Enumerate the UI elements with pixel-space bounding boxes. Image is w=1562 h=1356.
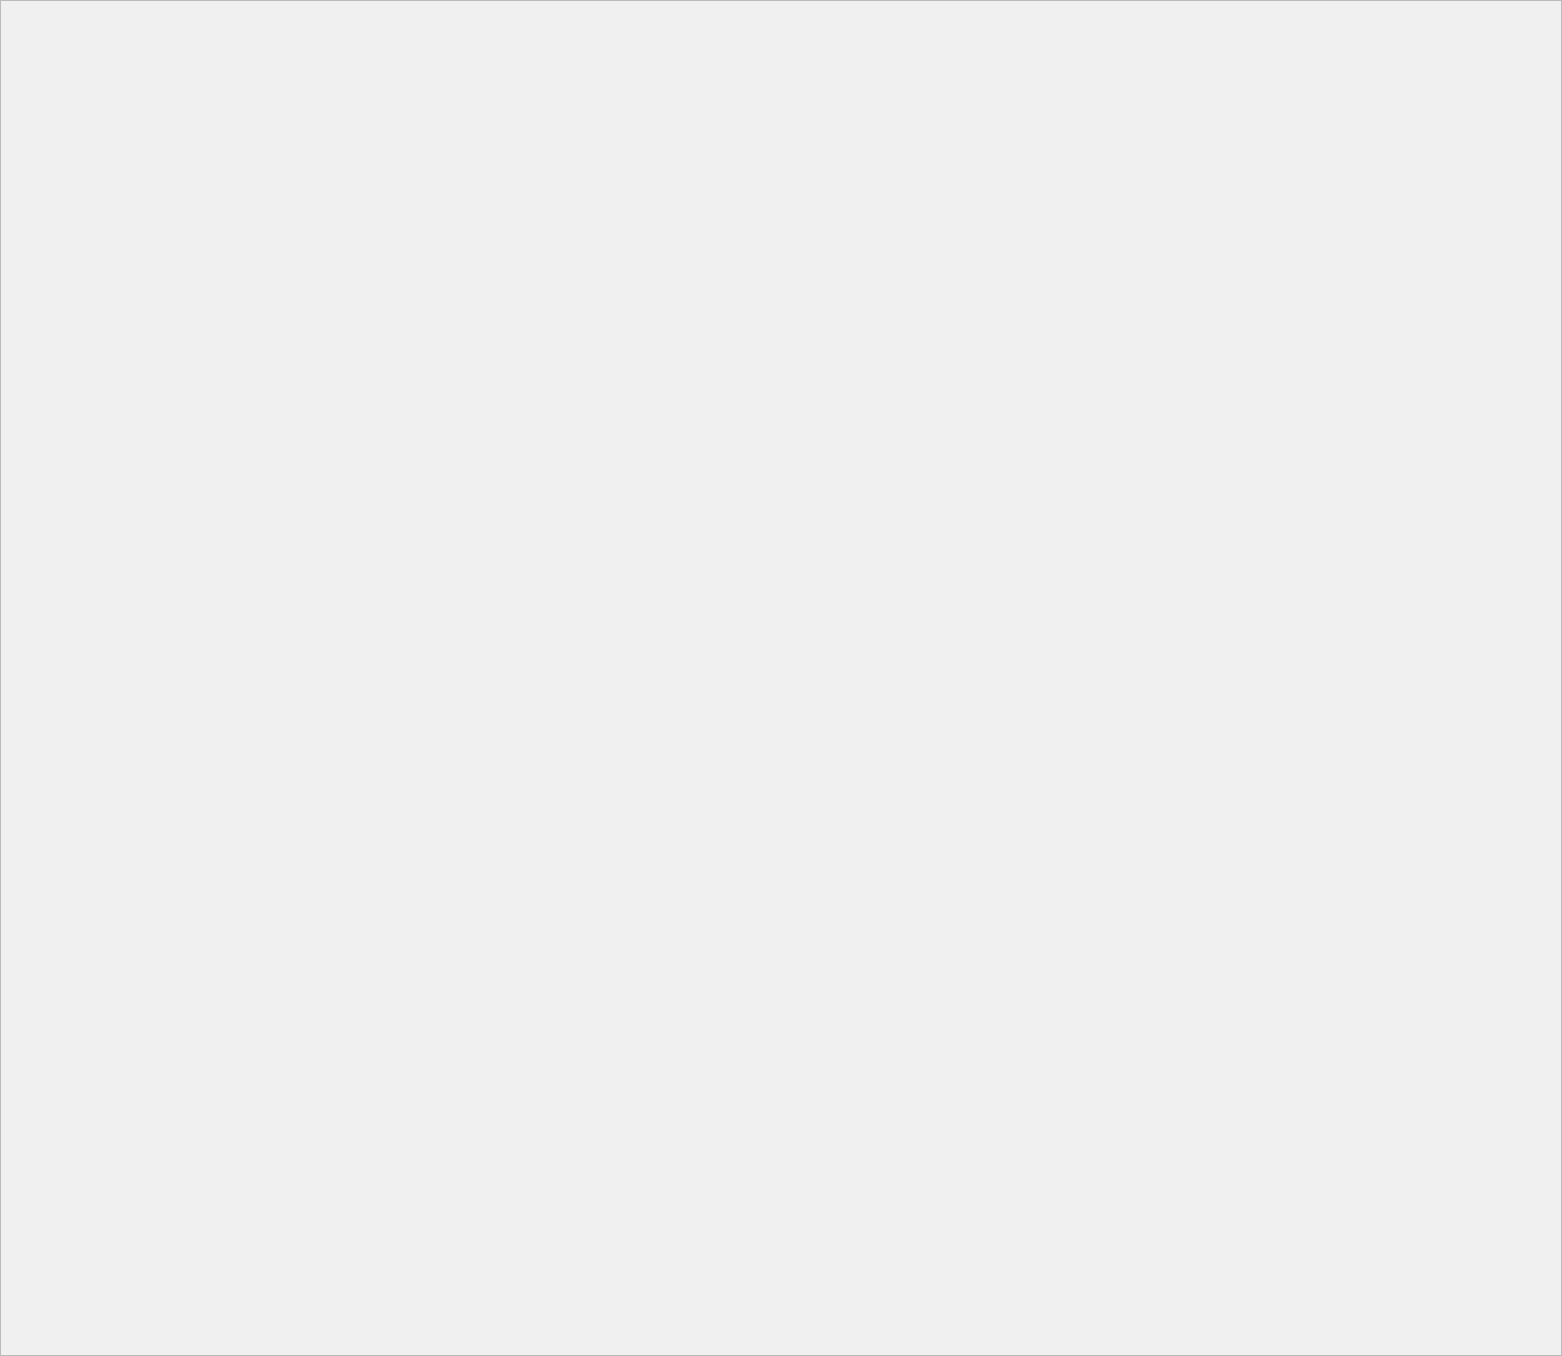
window [0,0,1562,1356]
